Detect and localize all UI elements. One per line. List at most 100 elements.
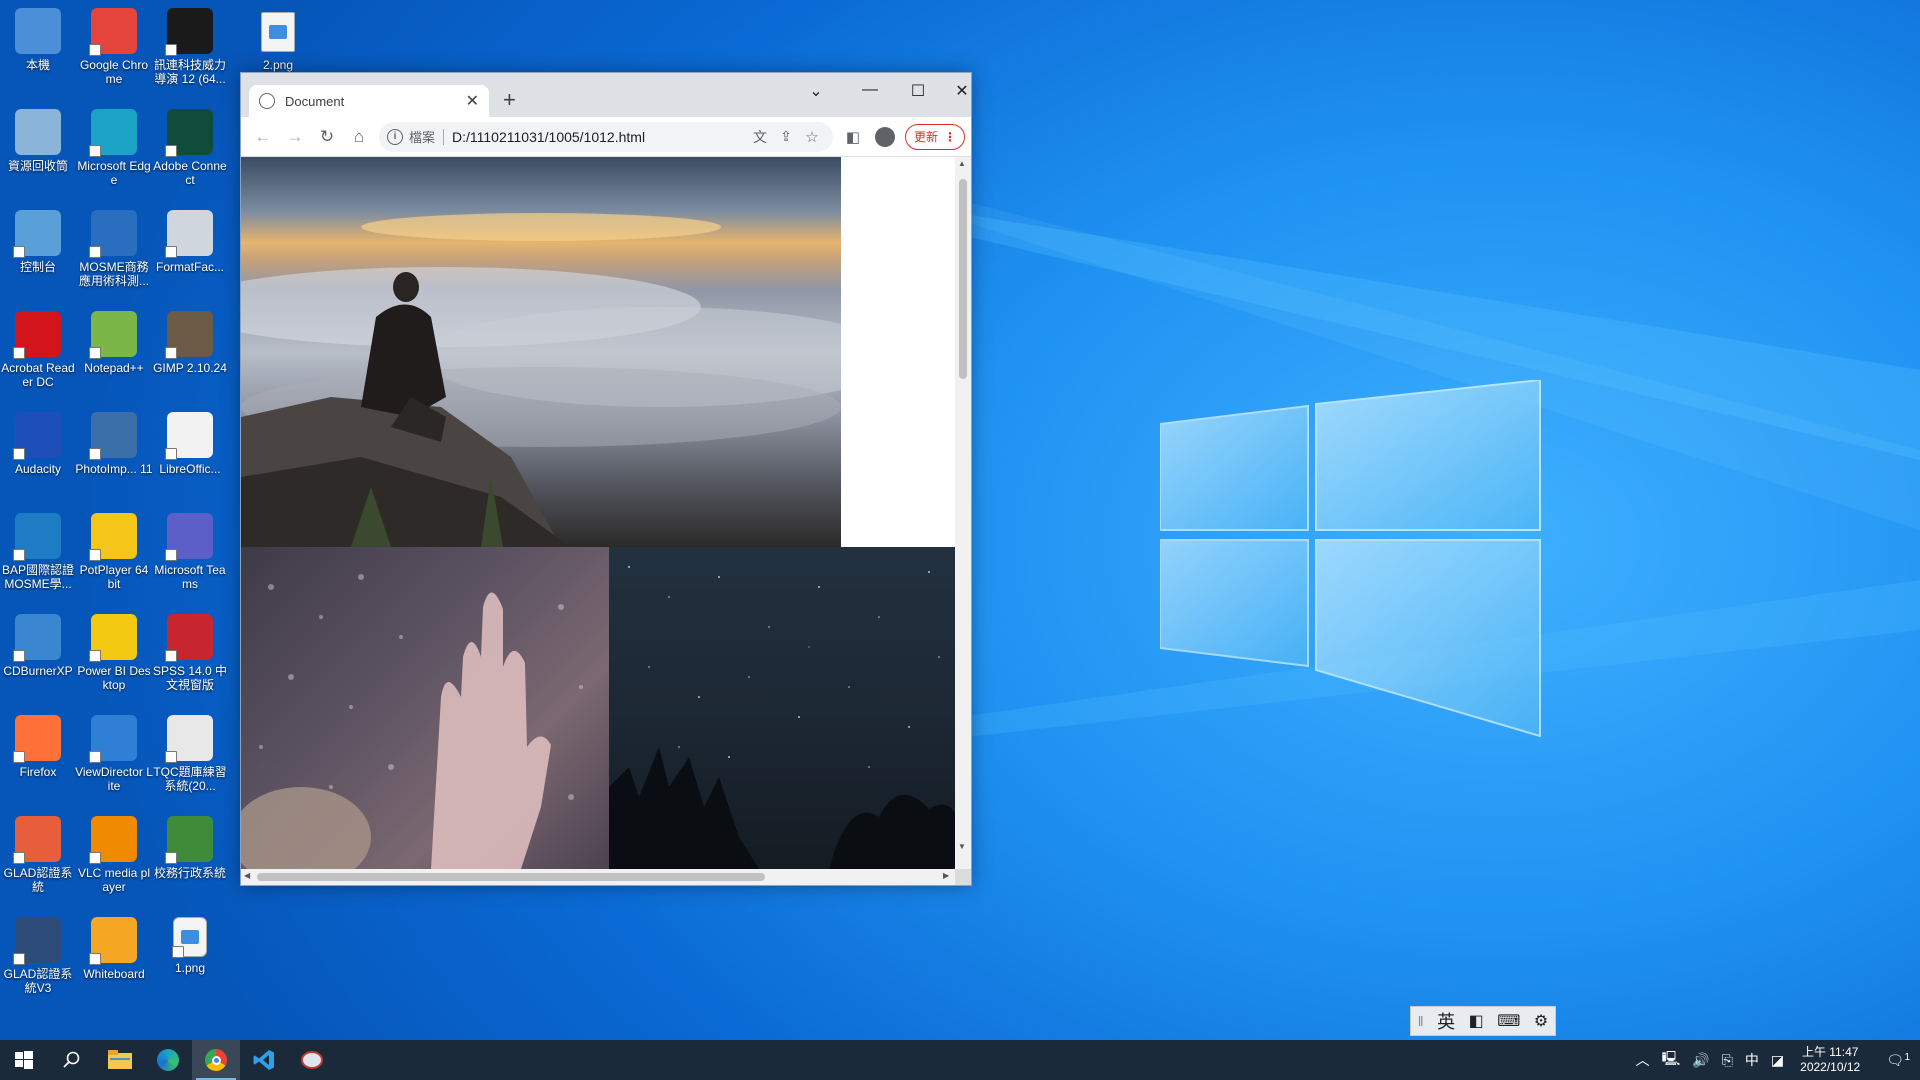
desktop-icon-label: SPSS 14.0 中文視窗版 (152, 664, 228, 692)
ime-grip[interactable]: ‖ (1418, 1013, 1424, 1029)
input-language-indicator[interactable]: 中 (1739, 1050, 1765, 1070)
address-bar[interactable]: i 檔案 D:/1110211031/1005/1012.html ⽂ ⇪ ☆ (379, 121, 833, 153)
ime-fullwidth-icon[interactable]: ◧ (1469, 1011, 1484, 1031)
desktop-icon[interactable]: GLAD認證系統V3 (0, 909, 76, 1009)
browser-titlebar[interactable]: Document ✕ + ⌄ — ☐ ✕ (241, 73, 971, 117)
taskbar-paint-app[interactable] (288, 1040, 336, 1080)
taskbar-file-explorer[interactable] (96, 1040, 144, 1080)
recycle-bin-icon (15, 109, 61, 155)
notification-center-icon[interactable]: 🗨 1 (1870, 1052, 1920, 1069)
close-tab-icon[interactable]: ✕ (466, 91, 479, 111)
desktop-icon[interactable]: GIMP 2.10.24 (152, 303, 228, 403)
back-arrow-icon[interactable]: ← (247, 121, 279, 153)
desktop-icon[interactable]: MOSME商務應用術科測... (76, 202, 152, 302)
desktop-icon[interactable]: 訊連科技威力導演 12 (64... (152, 0, 228, 100)
network-icon[interactable]: 🖳 (1656, 1048, 1687, 1072)
desktop-icon[interactable]: GLAD認證系統 (0, 808, 76, 908)
bookmark-star-icon[interactable]: ☆ (799, 121, 825, 153)
desktop-icon[interactable]: Whiteboard (76, 909, 152, 1009)
cdburnerxp-icon (13, 614, 61, 662)
desktop-icon-label: 1.png (174, 961, 206, 975)
desktop-icon[interactable]: PhotoImp... 11 (75, 404, 153, 504)
desktop-icon[interactable]: VLC media player (76, 808, 152, 908)
scroll-left-icon[interactable]: ◀ (244, 871, 250, 880)
ime-settings-gear-icon[interactable]: ⚙ (1534, 1011, 1548, 1031)
desktop-icon[interactable]: LibreOffic... (152, 404, 228, 504)
acrobat-icon (13, 311, 61, 359)
address-url[interactable]: D:/1110211031/1005/1012.html (452, 129, 747, 145)
desktop-icon[interactable]: Adobe Connect (152, 101, 228, 201)
site-info-icon[interactable]: i (387, 128, 403, 145)
desktop-icon[interactable]: CDBurnerXP (0, 606, 76, 706)
start-button[interactable] (0, 1040, 48, 1080)
desktop-icon[interactable]: Acrobat Reader DC (0, 303, 76, 403)
update-label: 更新 (913, 130, 938, 144)
desktop-icon[interactable]: Notepad++ (76, 303, 152, 403)
maximize-button[interactable]: ☐ (903, 81, 933, 101)
ime-mode-toggle[interactable]: 英 (1437, 1008, 1455, 1034)
show-hidden-icons-chevron[interactable]: ︿ (1630, 1050, 1656, 1070)
rain-hand-illustration (241, 574, 583, 869)
tab-search-chevron-icon[interactable]: ⌄ (801, 81, 831, 101)
glad-v3-icon (13, 917, 61, 965)
scroll-up-icon[interactable]: ▲ (958, 159, 966, 168)
ime-toolbar[interactable]: ‖ 英 ◧ ⌨ ⚙ (1410, 1006, 1556, 1036)
desktop-icon[interactable]: Microsoft Teams (152, 505, 228, 605)
update-button[interactable]: 更新 ⋮ (904, 123, 965, 150)
desktop-icon[interactable]: TQC題庫練習系統(20... (152, 707, 228, 807)
more-menu-icon[interactable]: ⋮ (944, 130, 956, 144)
desktop-icon[interactable]: Audacity (0, 404, 76, 504)
desktop-icon[interactable]: 本機 (0, 0, 76, 100)
ime-soft-keyboard-icon[interactable]: ⌨ (1497, 1011, 1520, 1031)
desktop-icon[interactable]: Microsoft Edge (76, 101, 152, 201)
desktop-icon[interactable]: ViewDirector Lite (75, 707, 153, 807)
taskbar-chrome[interactable] (192, 1040, 240, 1080)
notification-count-badge: 1 (1904, 1051, 1910, 1063)
ime-status-icon[interactable]: ⎘ (1716, 1052, 1739, 1069)
profile-avatar-icon[interactable] (869, 121, 901, 153)
desktop-icon[interactable]: 資源回收筒 (0, 101, 76, 201)
close-window-button[interactable]: ✕ (947, 81, 977, 101)
volume-icon[interactable]: 🔊 (1686, 1052, 1715, 1069)
desktop-file-2png[interactable]: 2.png (240, 6, 316, 76)
desktop-icon[interactable]: Firefox (0, 707, 76, 807)
reload-icon[interactable]: ↻ (311, 121, 343, 153)
horizontal-scroll-thumb[interactable] (257, 873, 765, 881)
desktop-icon-label: FormatFac... (155, 260, 224, 274)
desktop-icon[interactable]: Power BI Desktop (76, 606, 152, 706)
taskbar-edge[interactable] (144, 1040, 192, 1080)
vertical-scrollbar[interactable]: ▲ ▼ (955, 157, 971, 869)
desktop-icon[interactable]: 控制台 (0, 202, 76, 302)
new-tab-button[interactable]: + (503, 87, 516, 113)
desktop-icon-label: 本機 (25, 58, 50, 72)
scroll-right-icon[interactable]: ▶ (943, 871, 949, 880)
minimize-button[interactable]: — (855, 81, 885, 99)
desktop-icon-label: Firefox (19, 765, 57, 779)
desktop-icon[interactable]: Google Chrome (76, 0, 152, 100)
share-icon[interactable]: ⇪ (773, 121, 799, 153)
desktop-icon-label: Adobe Connect (153, 159, 227, 187)
desktop-icon[interactable]: PotPlayer 64 bit (76, 505, 152, 605)
desktop-icon-label: TQC題庫練習系統(20... (153, 765, 227, 793)
desktop-icon-label: Microsoft Teams (154, 563, 226, 591)
desktop-icon-label: LibreOffic... (159, 462, 221, 476)
tab-document[interactable]: Document ✕ (249, 85, 489, 117)
desktop-icon[interactable]: 1.png (152, 909, 228, 1009)
search-button[interactable] (48, 1040, 96, 1080)
vertical-scroll-thumb[interactable] (959, 179, 967, 379)
scroll-down-icon[interactable]: ▼ (958, 842, 966, 851)
taskbar-vscode[interactable] (240, 1040, 288, 1080)
horizontal-scrollbar[interactable]: ◀ ▶ (241, 869, 957, 885)
forward-arrow-icon[interactable]: → (279, 121, 311, 153)
desktop-icon[interactable]: FormatFac... (152, 202, 228, 302)
page-viewport[interactable] (241, 157, 957, 869)
ime-option-icon[interactable]: ◪ (1765, 1052, 1790, 1069)
desktop-icon[interactable]: SPSS 14.0 中文視窗版 (152, 606, 228, 706)
side-panel-icon[interactable]: ◧ (837, 121, 869, 153)
desktop-icon[interactable]: BAP國際認證MOSME學... (0, 505, 76, 605)
formatfactory-icon (165, 210, 213, 258)
translate-icon[interactable]: ⽂ (747, 121, 773, 153)
home-icon[interactable]: ⌂ (343, 121, 375, 153)
taskbar-clock[interactable]: 上午 11:47 2022/10/12 (1790, 1045, 1870, 1075)
desktop-icon[interactable]: 校務行政系統 (152, 808, 228, 908)
